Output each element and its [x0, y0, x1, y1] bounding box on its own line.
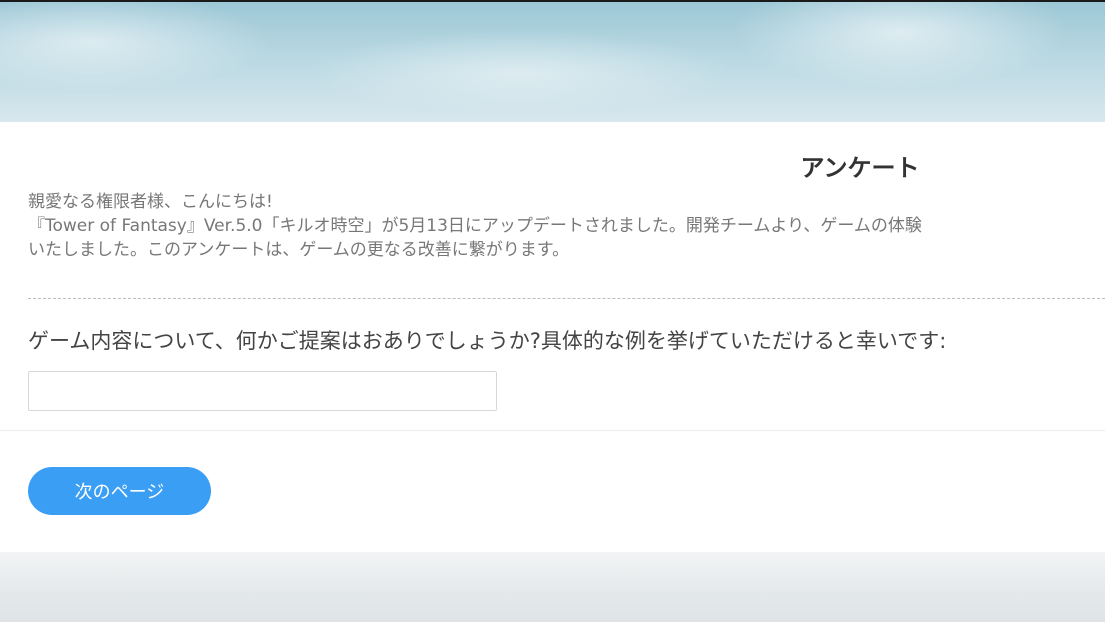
question-label: ゲーム内容について、何かご提案はおありでしょうか?具体的な例を挙げていただけると…: [28, 329, 947, 353]
intro-line-2: 『Tower of Fantasy』Ver.5.0「キルオ時空」が5月13日にア…: [28, 216, 922, 236]
survey-intro: 親愛なる権限者様、こんにちは! 『Tower of Fantasy』Ver.5.…: [28, 190, 1105, 262]
survey-page: アンケート 親愛なる権限者様、こんにちは! 『Tower of Fantasy』…: [0, 0, 1105, 622]
background-image-bottom: [0, 552, 1105, 622]
answer-input[interactable]: [28, 371, 497, 411]
intro-line-3: いたしました。このアンケートは、ゲームの更なる改善に繋がります。: [28, 240, 570, 260]
sky-banner-image: [0, 0, 1105, 124]
footer-divider: [0, 430, 1105, 431]
section-divider-dashed: [28, 298, 1105, 299]
intro-greeting: 親愛なる権限者様、こんにちは!: [28, 192, 273, 212]
next-page-button[interactable]: 次のページ: [28, 467, 211, 515]
survey-title: アンケート: [800, 154, 920, 182]
survey-card: アンケート 親愛なる権限者様、こんにちは! 『Tower of Fantasy』…: [0, 122, 1105, 552]
